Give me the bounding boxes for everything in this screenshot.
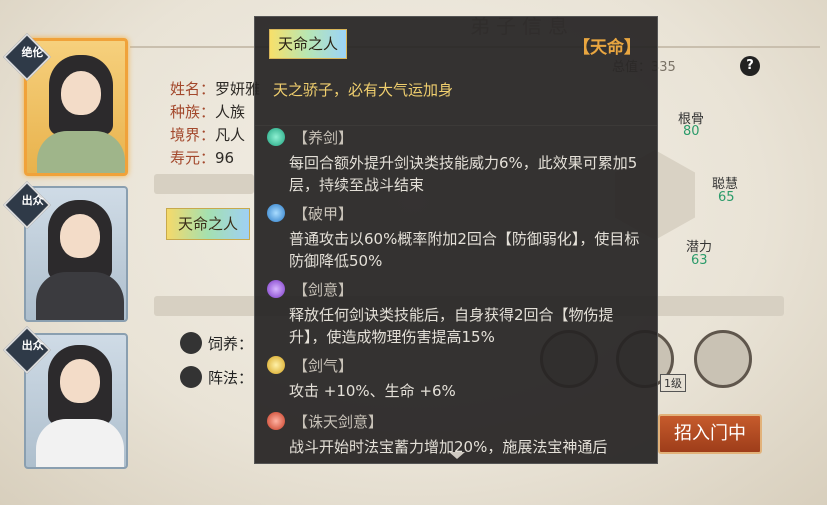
gem-icon xyxy=(267,412,285,430)
recruit-button[interactable]: 招入门中 xyxy=(658,414,762,454)
cult-formation: 阵法： xyxy=(208,369,254,387)
stat-value: 80 xyxy=(683,124,700,139)
feed-icon xyxy=(180,332,202,354)
info-race: 种族：人族 xyxy=(170,103,246,121)
divider-bar xyxy=(154,174,254,194)
tooltip-divider xyxy=(255,125,657,126)
portrait-body xyxy=(36,272,124,320)
stat-value: 63 xyxy=(691,253,708,268)
gem-icon xyxy=(267,280,285,298)
help-icon[interactable]: ? xyxy=(740,56,760,76)
formation-icon xyxy=(180,366,202,388)
info-lifespan: 寿元：96 xyxy=(170,149,235,167)
trait-item: 【诛天剑意】 战斗开始时法宝蓄力增加20%，施展法宝神通后 xyxy=(267,411,651,458)
cult-feed: 饲养： xyxy=(208,335,254,353)
info-name: 姓名：罗妍雅 xyxy=(170,80,261,98)
skill-level: 1级 xyxy=(660,374,686,392)
trait-item: 【剑气】 攻击 +10%、生命 +6% xyxy=(267,355,651,402)
stat-value: 65 xyxy=(718,190,735,205)
skill-slot[interactable] xyxy=(694,330,752,388)
tooltip-rank: 【天命】 xyxy=(573,38,641,58)
gem-icon xyxy=(267,128,285,146)
trait-item: 【破甲】 普通攻击以60%概率附加2回合【防御弱化】，使目标防御降低50% xyxy=(267,203,651,272)
fate-tag-button[interactable]: 天命之人 xyxy=(166,208,250,240)
trait-tooltip: 天命之人 【天命】 天之骄子，必有大气运加身 【养剑】 每回合额外提升剑诀类技能… xyxy=(254,16,658,464)
trait-item: 【剑意】 释放任何剑诀类技能后，自身获得2回合【物伤提升】，使造成物理伤害提高1… xyxy=(267,279,651,348)
info-realm: 境界：凡人 xyxy=(170,126,246,144)
trait-item: 【养剑】 每回合额外提升剑诀类技能威力6%，此效果可累加5层，持续至战斗结束 xyxy=(267,127,651,196)
scroll-down-icon[interactable] xyxy=(449,452,465,459)
portrait-body xyxy=(36,419,124,467)
portrait-face xyxy=(60,359,100,403)
portrait-face xyxy=(60,214,100,258)
portrait-body xyxy=(37,131,125,173)
tooltip-description: 天之骄子，必有大气运加身 xyxy=(273,81,454,99)
gem-icon xyxy=(267,356,285,374)
gem-icon xyxy=(267,204,285,222)
portrait-face xyxy=(61,71,101,115)
tooltip-tag: 天命之人 xyxy=(269,29,348,59)
